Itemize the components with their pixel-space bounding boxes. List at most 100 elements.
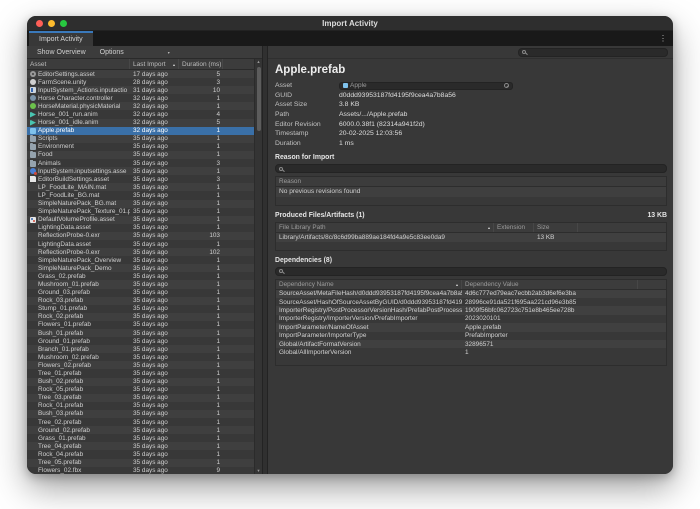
table-row[interactable]: SourceAsset/MetaFileHash/d0ddd93953187fd… [276, 290, 666, 298]
table-row[interactable]: HorseMaterial.physicMaterial32 days ago1 [27, 102, 254, 110]
table-row[interactable]: Tree_02.prefab35 days ago1 [27, 418, 254, 426]
table-row[interactable]: Ground_02.prefab35 days ago1 [27, 426, 254, 434]
table-row[interactable]: SimpleNaturePack_BG.mat35 days ago1 [27, 200, 254, 208]
table-row[interactable]: LP_FoodLite_MAIN.mat35 days ago1 [27, 183, 254, 191]
table-row[interactable]: SimpleNaturePack_Texture_01.pn35 days ag… [27, 208, 254, 216]
table-row[interactable]: ImporterRegistry/PostProcessorVersionHas… [276, 306, 666, 314]
table-row[interactable]: SimpleNaturePack_Demo35 days ago1 [27, 264, 254, 272]
table-row[interactable]: Horse Character.controller32 days ago1 [27, 94, 254, 102]
detail-search-field[interactable] [518, 48, 668, 57]
tab-import-activity[interactable]: Import Activity [29, 31, 93, 46]
column-header-size[interactable]: Size [534, 223, 578, 232]
table-row[interactable]: Ground_01.prefab35 days ago1 [27, 337, 254, 345]
column-header-file-library-path[interactable]: File Library Path ▴ [276, 223, 494, 232]
options-button[interactable]: Options [100, 49, 124, 56]
table-row[interactable]: InputSystem_Actions.inputactio31 days ag… [27, 86, 254, 94]
show-overview-button[interactable]: Show Overview [37, 49, 86, 56]
table-row[interactable]: Mushroom_01.prefab35 days ago1 [27, 280, 254, 288]
column-header-dependency-value[interactable]: Dependency Value [462, 280, 638, 289]
table-row[interactable]: Horse_001_idle.anim32 days ago5 [27, 119, 254, 127]
column-header-reason[interactable]: Reason [276, 177, 666, 186]
column-header-asset[interactable]: Asset [27, 59, 130, 69]
gear-icon [30, 71, 36, 77]
table-row[interactable]: LightingData.asset35 days ago1 [27, 224, 254, 232]
table-row[interactable]: DefaultVolumeProfile.asset35 days ago1 [27, 216, 254, 224]
table-row[interactable]: SimpleNaturePack_Overview35 days ago1 [27, 256, 254, 264]
table-row[interactable]: ImportParameter/ImporterTypePrefabImport… [276, 332, 666, 340]
scroll-down-icon[interactable]: ▼ [257, 468, 261, 474]
table-row[interactable]: Tree_05.prefab35 days ago1 [27, 459, 254, 467]
column-header-spacer [638, 280, 666, 289]
asset-name: Scripts [38, 135, 58, 142]
table-row[interactable]: Ground_03.prefab35 days ago1 [27, 289, 254, 297]
table-row[interactable]: SourceAsset/HashOfSourceAssetByGUID/d0dd… [276, 298, 666, 306]
table-row[interactable]: Branch_01.prefab35 days ago1 [27, 345, 254, 353]
table-row[interactable]: Flowers_02.prefab35 days ago1 [27, 361, 254, 369]
last-import-cell: 35 days ago [130, 257, 179, 264]
table-row[interactable]: EditorBuildSettings.asset35 days ago3 [27, 175, 254, 183]
none-icon [30, 233, 36, 239]
table-row[interactable]: Rock_02.prefab35 days ago1 [27, 313, 254, 321]
table-row[interactable]: Rock_03.prefab35 days ago1 [27, 297, 254, 305]
table-row[interactable]: Stump_01.prefab35 days ago1 [27, 305, 254, 313]
table-row[interactable]: Tree_04.prefab35 days ago1 [27, 442, 254, 450]
table-row[interactable]: ImportParameter/NameOfAssetApple.prefab [276, 323, 666, 331]
table-row[interactable]: Tree_03.prefab35 days ago1 [27, 394, 254, 402]
dependency-name-cell: ImportParameter/ImporterType [276, 332, 462, 339]
scrollbar-thumb[interactable] [257, 67, 261, 131]
table-row[interactable]: Horse_001_run.anim32 days ago4 [27, 110, 254, 118]
table-row[interactable]: ImporterRegistry/ImporterVersion/PrefabI… [276, 315, 666, 323]
table-row[interactable]: Food35 days ago1 [27, 151, 254, 159]
dependencies-search-field[interactable] [275, 267, 667, 276]
last-import-cell: 35 days ago [130, 354, 179, 361]
table-row[interactable]: ReflectionProbe-0.exr35 days ago103 [27, 232, 254, 240]
asset-table-body: EditorSettings.asset17 days ago5FarmScen… [27, 70, 254, 474]
table-row[interactable]: Global/AllImporterVersion1 [276, 348, 666, 356]
table-row[interactable]: Rock_04.prefab35 days ago1 [27, 450, 254, 458]
column-header-last-import[interactable]: Last Import ▴ [130, 59, 179, 69]
column-header-extension[interactable]: Extension [494, 223, 534, 232]
last-import-cell: 17 days ago [130, 71, 179, 78]
asset-list-scrollbar[interactable]: ▲ ▼ [254, 59, 262, 474]
table-row[interactable]: Bush_03.prefab35 days ago1 [27, 410, 254, 418]
duration-cell: 3 [179, 160, 223, 167]
dependencies-search-input[interactable] [285, 268, 663, 275]
asset-name-cell: Environment [27, 143, 130, 150]
table-row[interactable]: Grass_01.prefab35 days ago1 [27, 434, 254, 442]
table-row[interactable]: LP_FoodLite_BG.mat35 days ago1 [27, 191, 254, 199]
column-header-dependency-name[interactable]: Dependency Name ▴ [276, 280, 462, 289]
table-row[interactable]: Flowers_01.prefab35 days ago1 [27, 321, 254, 329]
options-dropdown-icon[interactable]: ▾ [168, 50, 170, 55]
table-row[interactable]: Rock_05.prefab35 days ago1 [27, 386, 254, 394]
table-row[interactable]: Apple.prefab32 days ago1 [27, 127, 254, 135]
table-row[interactable]: FarmScene.unity28 days ago3 [27, 78, 254, 86]
table-row[interactable]: Scripts35 days ago1 [27, 135, 254, 143]
reason-search-input[interactable] [285, 165, 663, 172]
asset-name-cell: DefaultVolumeProfile.asset [27, 216, 130, 223]
table-row[interactable]: ReflectionProbe-0.exr35 days ago102 [27, 248, 254, 256]
column-header-duration[interactable]: Duration (ms) [179, 59, 223, 69]
detail-search-input[interactable] [528, 49, 664, 56]
table-row[interactable]: LightingData.asset35 days ago1 [27, 240, 254, 248]
table-row[interactable]: Animals35 days ago3 [27, 159, 254, 167]
duration-cell: 1 [179, 184, 223, 191]
asset-object-field[interactable]: Apple [339, 82, 513, 91]
none-icon [30, 354, 36, 360]
table-row[interactable]: EditorSettings.asset17 days ago5 [27, 70, 254, 78]
table-row[interactable]: Rock_01.prefab35 days ago1 [27, 402, 254, 410]
table-row[interactable]: Tree_01.prefab35 days ago1 [27, 369, 254, 377]
table-row[interactable]: InputSystem.inputsettings.asse35 days ag… [27, 167, 254, 175]
field-value: 3.8 KB [339, 101, 667, 108]
table-row[interactable]: Global/ArtifactFormatVersion32896571 [276, 340, 666, 348]
table-row[interactable]: Library/Artifacts/8c/8c6d99ba889ae184fd4… [276, 233, 666, 241]
kebab-menu-icon[interactable]: ⋮ [659, 31, 667, 46]
asset-name: Apple.prefab [38, 127, 74, 134]
reason-search-field[interactable] [275, 164, 667, 173]
table-row[interactable]: Bush_01.prefab35 days ago1 [27, 329, 254, 337]
object-picker-icon[interactable] [504, 83, 509, 88]
table-row[interactable]: Flowers_02.fbx35 days ago9 [27, 467, 254, 474]
table-row[interactable]: Mushroom_02.prefab35 days ago1 [27, 353, 254, 361]
table-row[interactable]: Bush_02.prefab35 days ago1 [27, 378, 254, 386]
table-row[interactable]: Environment35 days ago1 [27, 143, 254, 151]
table-row[interactable]: Grass_02.prefab35 days ago1 [27, 272, 254, 280]
